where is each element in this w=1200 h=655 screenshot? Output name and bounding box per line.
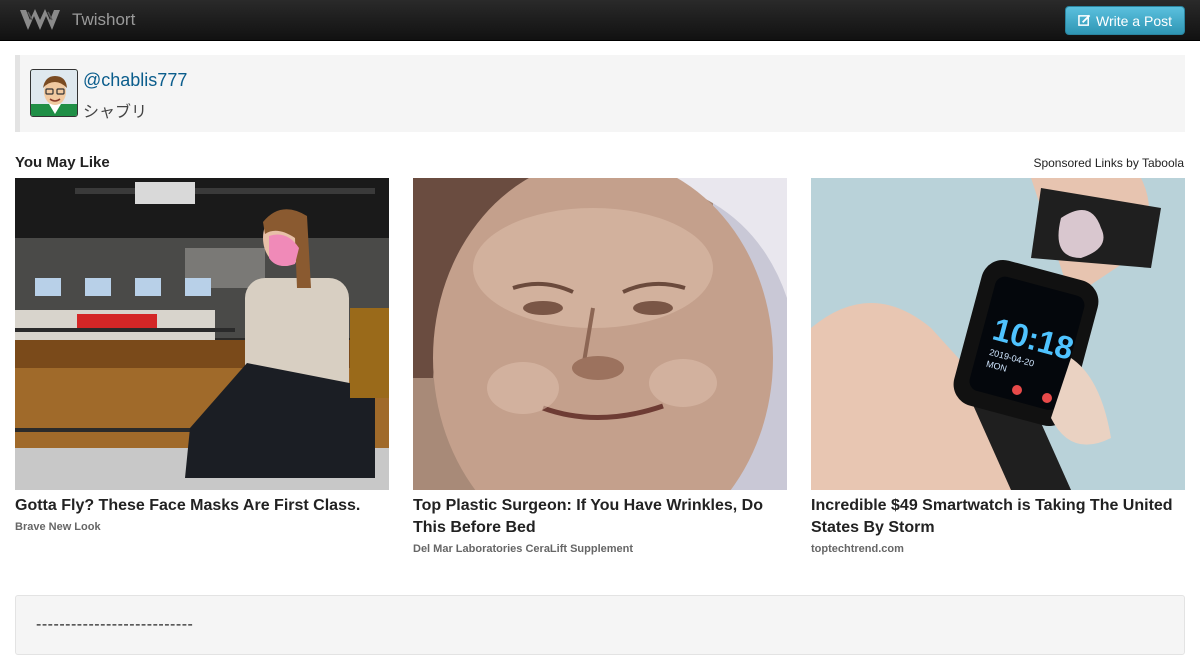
write-post-button[interactable]: Write a Post xyxy=(1065,6,1185,35)
airport-mask-image[interactable] xyxy=(15,178,389,490)
brand-name[interactable]: Twishort xyxy=(72,10,135,30)
post-text: --------------------------- xyxy=(36,616,194,633)
avatar-image xyxy=(31,70,77,116)
face-closeup-image[interactable] xyxy=(413,178,787,490)
recommendations-title: You May Like xyxy=(15,154,110,171)
recommendation-card[interactable]: Top Plastic Surgeon: If You Have Wrinkle… xyxy=(413,178,787,555)
card-headline[interactable]: Gotta Fly? These Face Masks Are First Cl… xyxy=(15,495,389,517)
post-box: --------------------------- xyxy=(15,595,1185,655)
card-source: Brave New Look xyxy=(15,521,101,533)
recommendation-card[interactable]: 10:18 2019-04-20 MON Incredible $49 Smar… xyxy=(811,178,1185,555)
card-source: Del Mar Laboratories CeraLift Supplement xyxy=(413,543,634,555)
write-post-label: Write a Post xyxy=(1096,12,1172,29)
user-display-name: シャブリ xyxy=(83,104,148,121)
twishort-logo-icon xyxy=(20,9,60,30)
user-card: @chablis777 シャブリ xyxy=(15,55,1185,132)
card-source: toptechtrend.com xyxy=(811,543,904,555)
card-headline[interactable]: Top Plastic Surgeon: If You Have Wrinkle… xyxy=(413,495,787,539)
avatar[interactable] xyxy=(30,69,78,117)
brand-link[interactable]: Twishort xyxy=(18,5,135,35)
sponsored-label[interactable]: Sponsored Links by Taboola xyxy=(1033,156,1184,170)
top-navbar: Twishort Write a Post xyxy=(0,0,1200,41)
card-headline[interactable]: Incredible $49 Smartwatch is Taking The … xyxy=(811,495,1185,539)
recommendation-card[interactable]: Gotta Fly? These Face Masks Are First Cl… xyxy=(15,178,389,533)
edit-icon xyxy=(1078,14,1091,26)
user-handle[interactable]: @chablis777 xyxy=(83,70,187,91)
smartwatch-image[interactable]: 10:18 2019-04-20 MON xyxy=(811,178,1185,490)
